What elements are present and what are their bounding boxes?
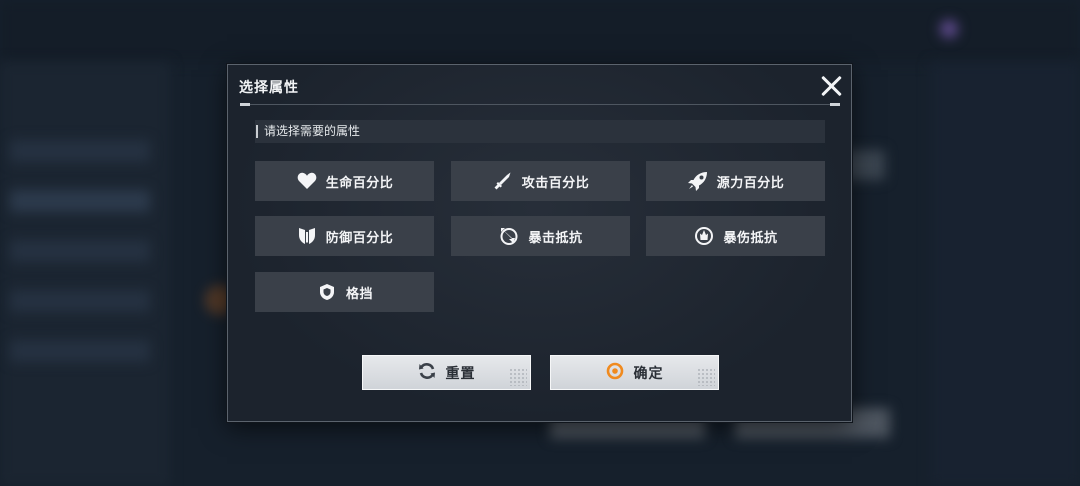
confirm-label: 确定 [633,365,664,382]
rocket-icon [687,171,709,191]
bg-left-row [10,140,150,162]
attr-label: 生命百分比 [325,175,394,191]
attr-button-crit-resist[interactable]: 暴击抵抗 [451,216,630,256]
confirm-ring-icon [606,362,624,384]
bg-right-panel [930,62,1080,486]
crit-resist-icon [498,226,520,246]
block-shield-icon [316,282,338,302]
bg-left-panel [0,62,170,486]
dialog-subheader: 请选择需要的属性 [255,120,825,143]
attr-button-def-percent[interactable]: 防御百分比 [255,216,434,256]
attr-label: 格挡 [345,286,373,302]
heart-icon [296,171,318,191]
reset-button[interactable]: 重置 [362,355,531,390]
select-attribute-dialog: 选择属性 请选择需要的属性 生命百分比 攻击百分比 源力百分比 防御百分比 暴击… [227,64,852,422]
attr-button-source-percent[interactable]: 源力百分比 [646,161,825,201]
subheader-accent-bar [256,125,258,138]
title-divider [240,103,840,106]
bg-left-row [10,340,150,362]
subheader-label: 请选择需要的属性 [264,124,361,138]
crit-damage-resist-icon [693,226,715,246]
bg-purple-dot [940,20,958,38]
reset-label: 重置 [445,365,476,382]
attr-label: 防御百分比 [325,230,394,246]
bg-left-row [10,290,150,312]
attr-label: 暴击抵抗 [528,230,583,246]
attr-button-crit-dmg-resist[interactable]: 暴伤抵抗 [646,216,825,256]
sword-icon [492,171,514,191]
attr-label: 源力百分比 [716,175,785,191]
attr-label: 暴伤抵抗 [723,230,778,246]
attr-button-block[interactable]: 格挡 [255,272,434,312]
bg-left-row [10,240,150,262]
refresh-icon [418,362,436,384]
attr-button-atk-percent[interactable]: 攻击百分比 [451,161,630,201]
shield-emblem-icon [296,226,318,246]
confirm-button[interactable]: 确定 [550,355,719,390]
bg-left-row [10,190,150,212]
dialog-title: 选择属性 [239,80,299,96]
attr-label: 攻击百分比 [521,175,590,191]
attr-button-hp-percent[interactable]: 生命百分比 [255,161,434,201]
bg-top-bar [0,0,1080,62]
close-icon[interactable] [820,75,842,97]
